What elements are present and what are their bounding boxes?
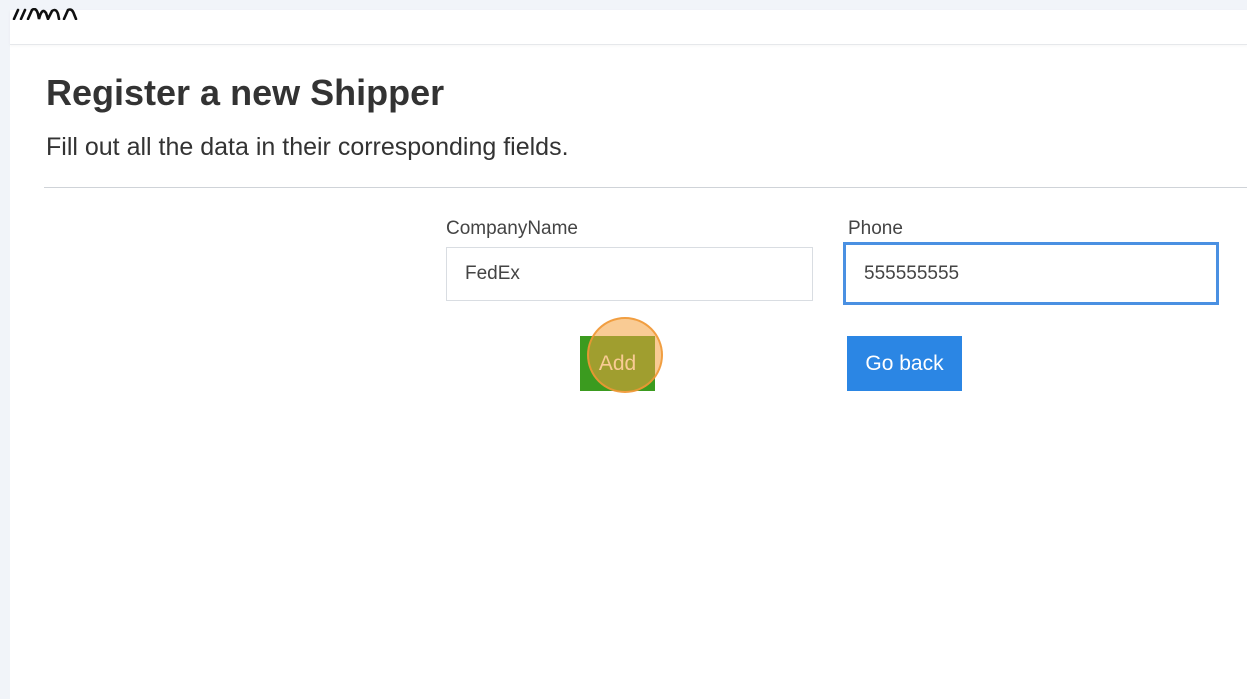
company-name-label: CompanyName — [446, 218, 578, 239]
page-title: Register a new Shipper — [46, 72, 445, 113]
company-name-input[interactable] — [446, 247, 813, 301]
go-back-button[interactable]: Go back — [847, 336, 962, 391]
brand-logo[interactable] — [12, 8, 82, 20]
add-button[interactable]: Add — [580, 336, 655, 391]
phone-label: Phone — [848, 218, 903, 239]
page-subtitle: Fill out all the data in their correspon… — [46, 133, 569, 161]
top-navbar — [10, 8, 1247, 45]
section-divider — [44, 187, 1247, 188]
page-frame: Register a new Shipper Fill out all the … — [10, 8, 1247, 699]
phone-input[interactable] — [843, 242, 1219, 305]
